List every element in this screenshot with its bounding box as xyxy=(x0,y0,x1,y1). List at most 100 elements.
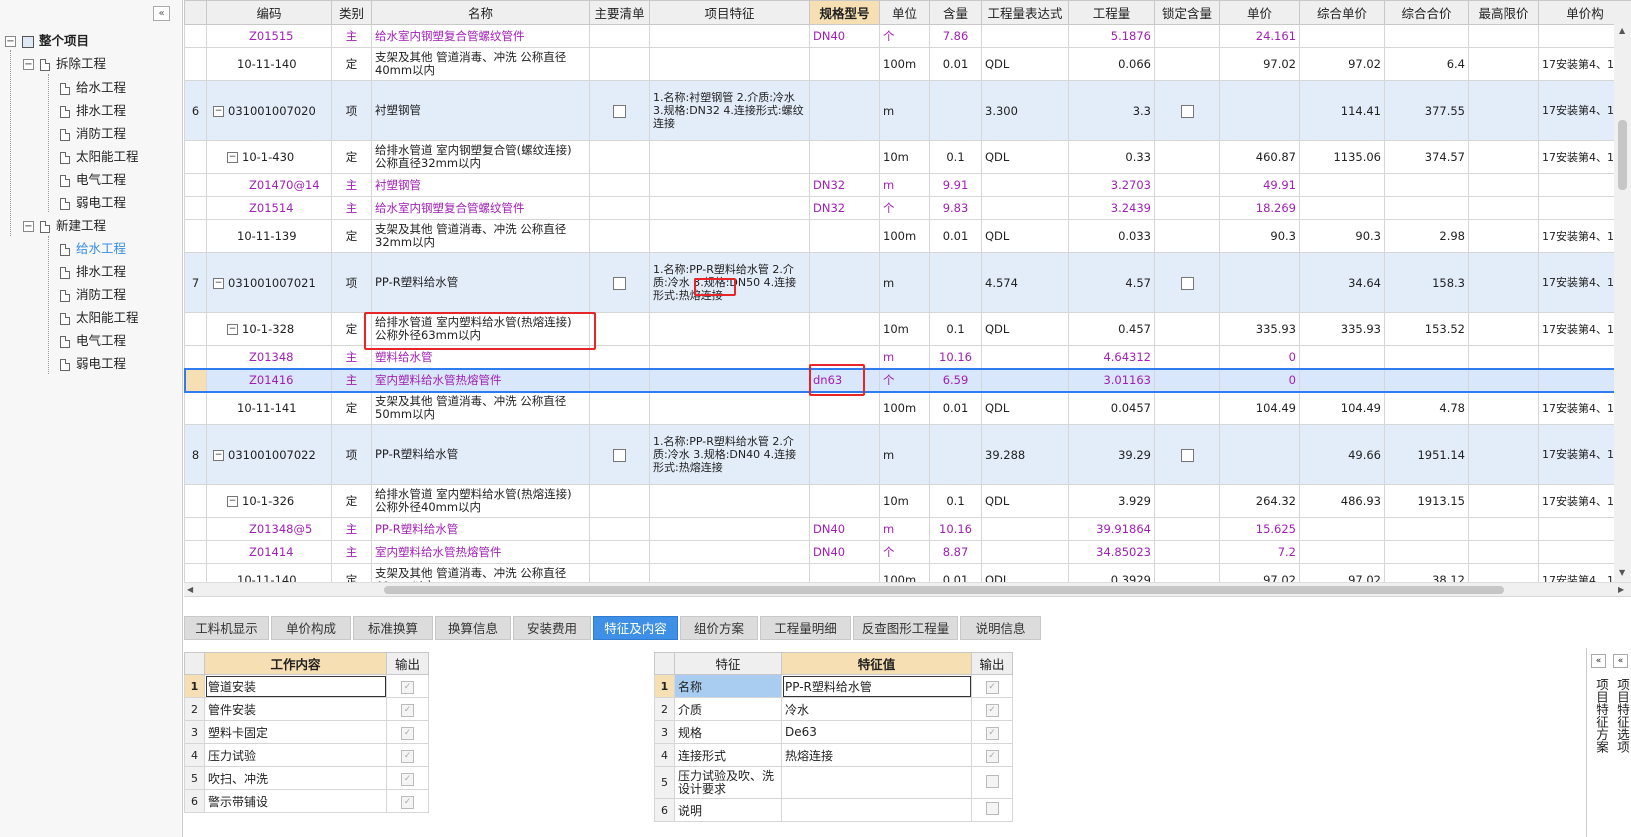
expression-cell[interactable]: QDL xyxy=(981,219,1069,253)
tab-1[interactable]: 单价构成 xyxy=(271,616,351,640)
collapse-icon[interactable]: − xyxy=(213,449,224,461)
amount-cell[interactable]: 0.33 xyxy=(1068,140,1155,174)
feature-cell[interactable] xyxy=(649,517,810,541)
main-list-cell[interactable] xyxy=(589,219,650,253)
column-header[interactable] xyxy=(184,0,207,25)
feature-cell[interactable] xyxy=(649,484,810,518)
amount-cell[interactable]: 4.64312 xyxy=(1068,345,1155,369)
column-header[interactable]: 名称 xyxy=(371,0,590,25)
tree-root[interactable]: − 整个项目 xyxy=(5,31,89,51)
table-row[interactable]: Z01348@5 主 PP-R塑料给水管 DN40 m 10.16 39.91864 15.6… xyxy=(184,517,1631,541)
column-header[interactable]: 综合合价 xyxy=(1384,0,1469,25)
tree-item[interactable]: 给水工程 xyxy=(60,78,126,98)
quantity-cell[interactable]: 0.1 xyxy=(929,140,982,174)
feature-cell[interactable] xyxy=(649,196,810,220)
work-content-cell[interactable]: 压力试验 xyxy=(204,743,387,767)
tab-8[interactable]: 反查图形工程量 xyxy=(853,616,958,640)
list-item[interactable]: 3 规格 De63 ✓ xyxy=(654,720,1013,744)
table-row[interactable]: Z01414 主室内塑料给水管热熔管件 DN40 个 8.87 34.85023 7.2 xyxy=(184,540,1631,564)
spec-cell[interactable] xyxy=(809,140,880,174)
table-row[interactable]: Z01515 主给水室内钢塑复合管螺纹管件 DN40 个 7.86 5.1876 24.16… xyxy=(184,24,1631,48)
main-list-cell[interactable] xyxy=(589,484,650,518)
expression-cell[interactable]: 4.574 xyxy=(981,252,1069,313)
quantity-cell[interactable] xyxy=(929,80,982,141)
column-header[interactable]: 单位 xyxy=(879,0,930,25)
amount-cell[interactable]: 0.033 xyxy=(1068,219,1155,253)
collapse-icon[interactable]: − xyxy=(227,324,238,335)
output-cell[interactable]: ✓ xyxy=(386,789,429,813)
collapse-icon[interactable]: − xyxy=(227,496,238,507)
column-header[interactable]: 工程量 xyxy=(1068,0,1155,25)
output-cell[interactable]: ✓ xyxy=(386,743,429,767)
tree-item[interactable]: 消防工程 xyxy=(60,124,126,144)
amount-cell[interactable]: 4.57 xyxy=(1068,252,1155,313)
output-checkbox[interactable]: ✓ xyxy=(985,704,999,717)
output-cell[interactable]: ✓ xyxy=(971,720,1013,744)
lock-quantity-cell[interactable] xyxy=(1154,484,1220,518)
tab-6[interactable]: 组价方案 xyxy=(680,616,758,640)
spec-cell[interactable] xyxy=(809,484,880,518)
tree-item[interactable]: 电气工程 xyxy=(60,331,126,351)
unit-cell[interactable]: 100m xyxy=(879,391,930,425)
table-row[interactable]: Z01416 主室内塑料给水管热熔管件 dn63 个 6.59 3.01163 0 xyxy=(184,367,1631,393)
tab-3[interactable]: 换算信息 xyxy=(435,616,511,640)
work-content-cell[interactable]: 吹扫、冲洗 xyxy=(204,766,387,790)
lock-quantity-checkbox[interactable] xyxy=(1180,448,1194,462)
tab-2[interactable]: 标准换算 xyxy=(353,616,433,640)
feature-cell[interactable] xyxy=(649,24,810,48)
list-item[interactable]: 6 警示带铺设 ✓ xyxy=(184,789,429,813)
expression-cell[interactable]: 3.300 xyxy=(981,80,1069,141)
max-price-cell[interactable] xyxy=(1468,424,1539,485)
unit-price-cell[interactable]: 460.87 xyxy=(1219,140,1300,174)
unit-price-cell[interactable]: 15.625 xyxy=(1219,517,1300,541)
expand-left-icon[interactable]: « xyxy=(1613,654,1628,668)
collapse-icon[interactable]: − xyxy=(23,59,34,70)
spec-cell[interactable]: DN32 xyxy=(809,196,880,220)
vertical-scrollbar[interactable]: ▲ ▼ xyxy=(1614,24,1631,582)
spec-cell[interactable]: DN40 xyxy=(809,540,880,564)
column-header[interactable]: 综合单价 xyxy=(1299,0,1385,25)
list-item[interactable]: 4 连接形式 热熔连接 ✓ xyxy=(654,743,1013,767)
collapse-icon[interactable]: − xyxy=(5,36,16,47)
lock-quantity-cell[interactable] xyxy=(1154,140,1220,174)
feature-cell[interactable] xyxy=(649,368,810,392)
expression-cell[interactable]: QDL xyxy=(981,140,1069,174)
tree-item[interactable]: 电气工程 xyxy=(60,170,126,190)
max-price-cell[interactable] xyxy=(1468,196,1539,220)
unit-price-cell[interactable]: 18.269 xyxy=(1219,196,1300,220)
lock-quantity-cell[interactable] xyxy=(1154,173,1220,197)
tree-item[interactable]: 排水工程 xyxy=(60,262,126,282)
output-checkbox[interactable]: ✓ xyxy=(985,727,999,740)
expand-left-icon[interactable]: « xyxy=(1591,654,1606,668)
feature-cell[interactable] xyxy=(649,140,810,174)
list-item[interactable]: 5 吹扫、冲洗 ✓ xyxy=(184,766,429,790)
main-list-cell[interactable] xyxy=(589,47,650,81)
table-row[interactable]: 7−031001007021 项 PP-R塑料给水管 1.名称:PP-R塑料给水管 2… xyxy=(184,252,1631,313)
expression-cell[interactable] xyxy=(981,517,1069,541)
column-header[interactable]: 最高限价 xyxy=(1468,0,1539,25)
spec-cell[interactable] xyxy=(809,424,880,485)
table-row[interactable]: −10-1-328 定给排水管道 室内塑料给水管(热熔连接) 公称外径63mm以内… xyxy=(184,312,1631,346)
name-cell[interactable]: 支架及其他 管道消毒、冲洗 公称直径32mm以内 xyxy=(371,219,590,253)
work-content-cell[interactable]: 管道安装 xyxy=(204,674,387,698)
output-checkbox[interactable]: ✓ xyxy=(985,750,999,763)
output-checkbox[interactable]: ✓ xyxy=(401,681,414,694)
amount-cell[interactable]: 39.29 xyxy=(1068,424,1155,485)
code-cell[interactable]: Z01414 xyxy=(206,540,332,564)
table-row[interactable]: 6−031001007020 项衬塑钢管 1.名称:衬塑钢管 2.介质:冷水 3.规… xyxy=(184,80,1631,141)
collapse-icon[interactable]: − xyxy=(227,152,238,163)
table-row[interactable]: −10-1-326 定给排水管道 室内塑料给水管(热熔连接) 公称外径40mm以内… xyxy=(184,484,1631,518)
lock-quantity-cell[interactable] xyxy=(1154,540,1220,564)
column-header[interactable]: 单价 xyxy=(1219,0,1300,25)
lock-quantity-cell[interactable] xyxy=(1154,517,1220,541)
name-cell[interactable]: 给排水管道 室内塑料给水管(热熔连接) 公称外径40mm以内 xyxy=(371,484,590,518)
table-row[interactable]: 10-11-139 定支架及其他 管道消毒、冲洗 公称直径32mm以内 100m 0.… xyxy=(184,219,1631,253)
spec-cell[interactable]: DN40 xyxy=(809,517,880,541)
amount-cell[interactable]: 39.91864 xyxy=(1068,517,1155,541)
name-cell[interactable]: 支架及其他 管道消毒、冲洗 公称直径50mm以内 xyxy=(371,391,590,425)
output-cell[interactable]: ✓ xyxy=(971,697,1013,721)
code-cell[interactable]: −031001007020 xyxy=(206,80,332,141)
output-cell[interactable] xyxy=(971,798,1013,822)
feature-name-cell[interactable]: 说明 xyxy=(674,798,782,822)
amount-cell[interactable]: 5.1876 xyxy=(1068,24,1155,48)
